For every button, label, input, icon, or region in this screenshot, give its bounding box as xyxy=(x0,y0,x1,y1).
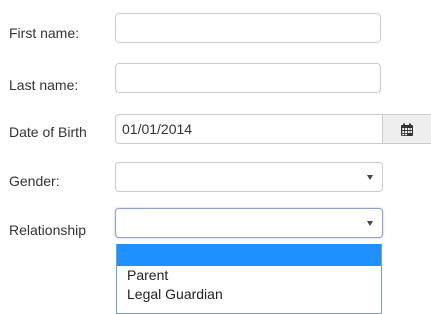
calendar-icon xyxy=(401,123,413,136)
last-name-label: Last name: xyxy=(9,77,79,93)
relationship-option-legal-guardian[interactable]: Legal Guardian xyxy=(117,285,381,304)
relationship-label: Relationship xyxy=(9,222,87,238)
relationship-select[interactable] xyxy=(115,208,383,238)
gender-select[interactable] xyxy=(115,162,383,192)
relationship-option-parent[interactable]: Parent xyxy=(117,266,381,285)
gender-label: Gender: xyxy=(9,173,60,189)
first-name-input[interactable] xyxy=(115,13,381,43)
caret-down-icon xyxy=(367,221,373,226)
last-name-input[interactable] xyxy=(115,63,381,93)
date-picker-button[interactable] xyxy=(382,114,431,144)
first-name-label: First name: xyxy=(9,25,80,41)
relationship-dropdown-list: Parent Legal Guardian xyxy=(116,244,382,314)
date-of-birth-label: Date of Birth xyxy=(9,124,87,140)
date-of-birth-input[interactable] xyxy=(115,114,383,144)
relationship-option-blank[interactable] xyxy=(117,244,381,266)
caret-down-icon xyxy=(367,175,373,180)
